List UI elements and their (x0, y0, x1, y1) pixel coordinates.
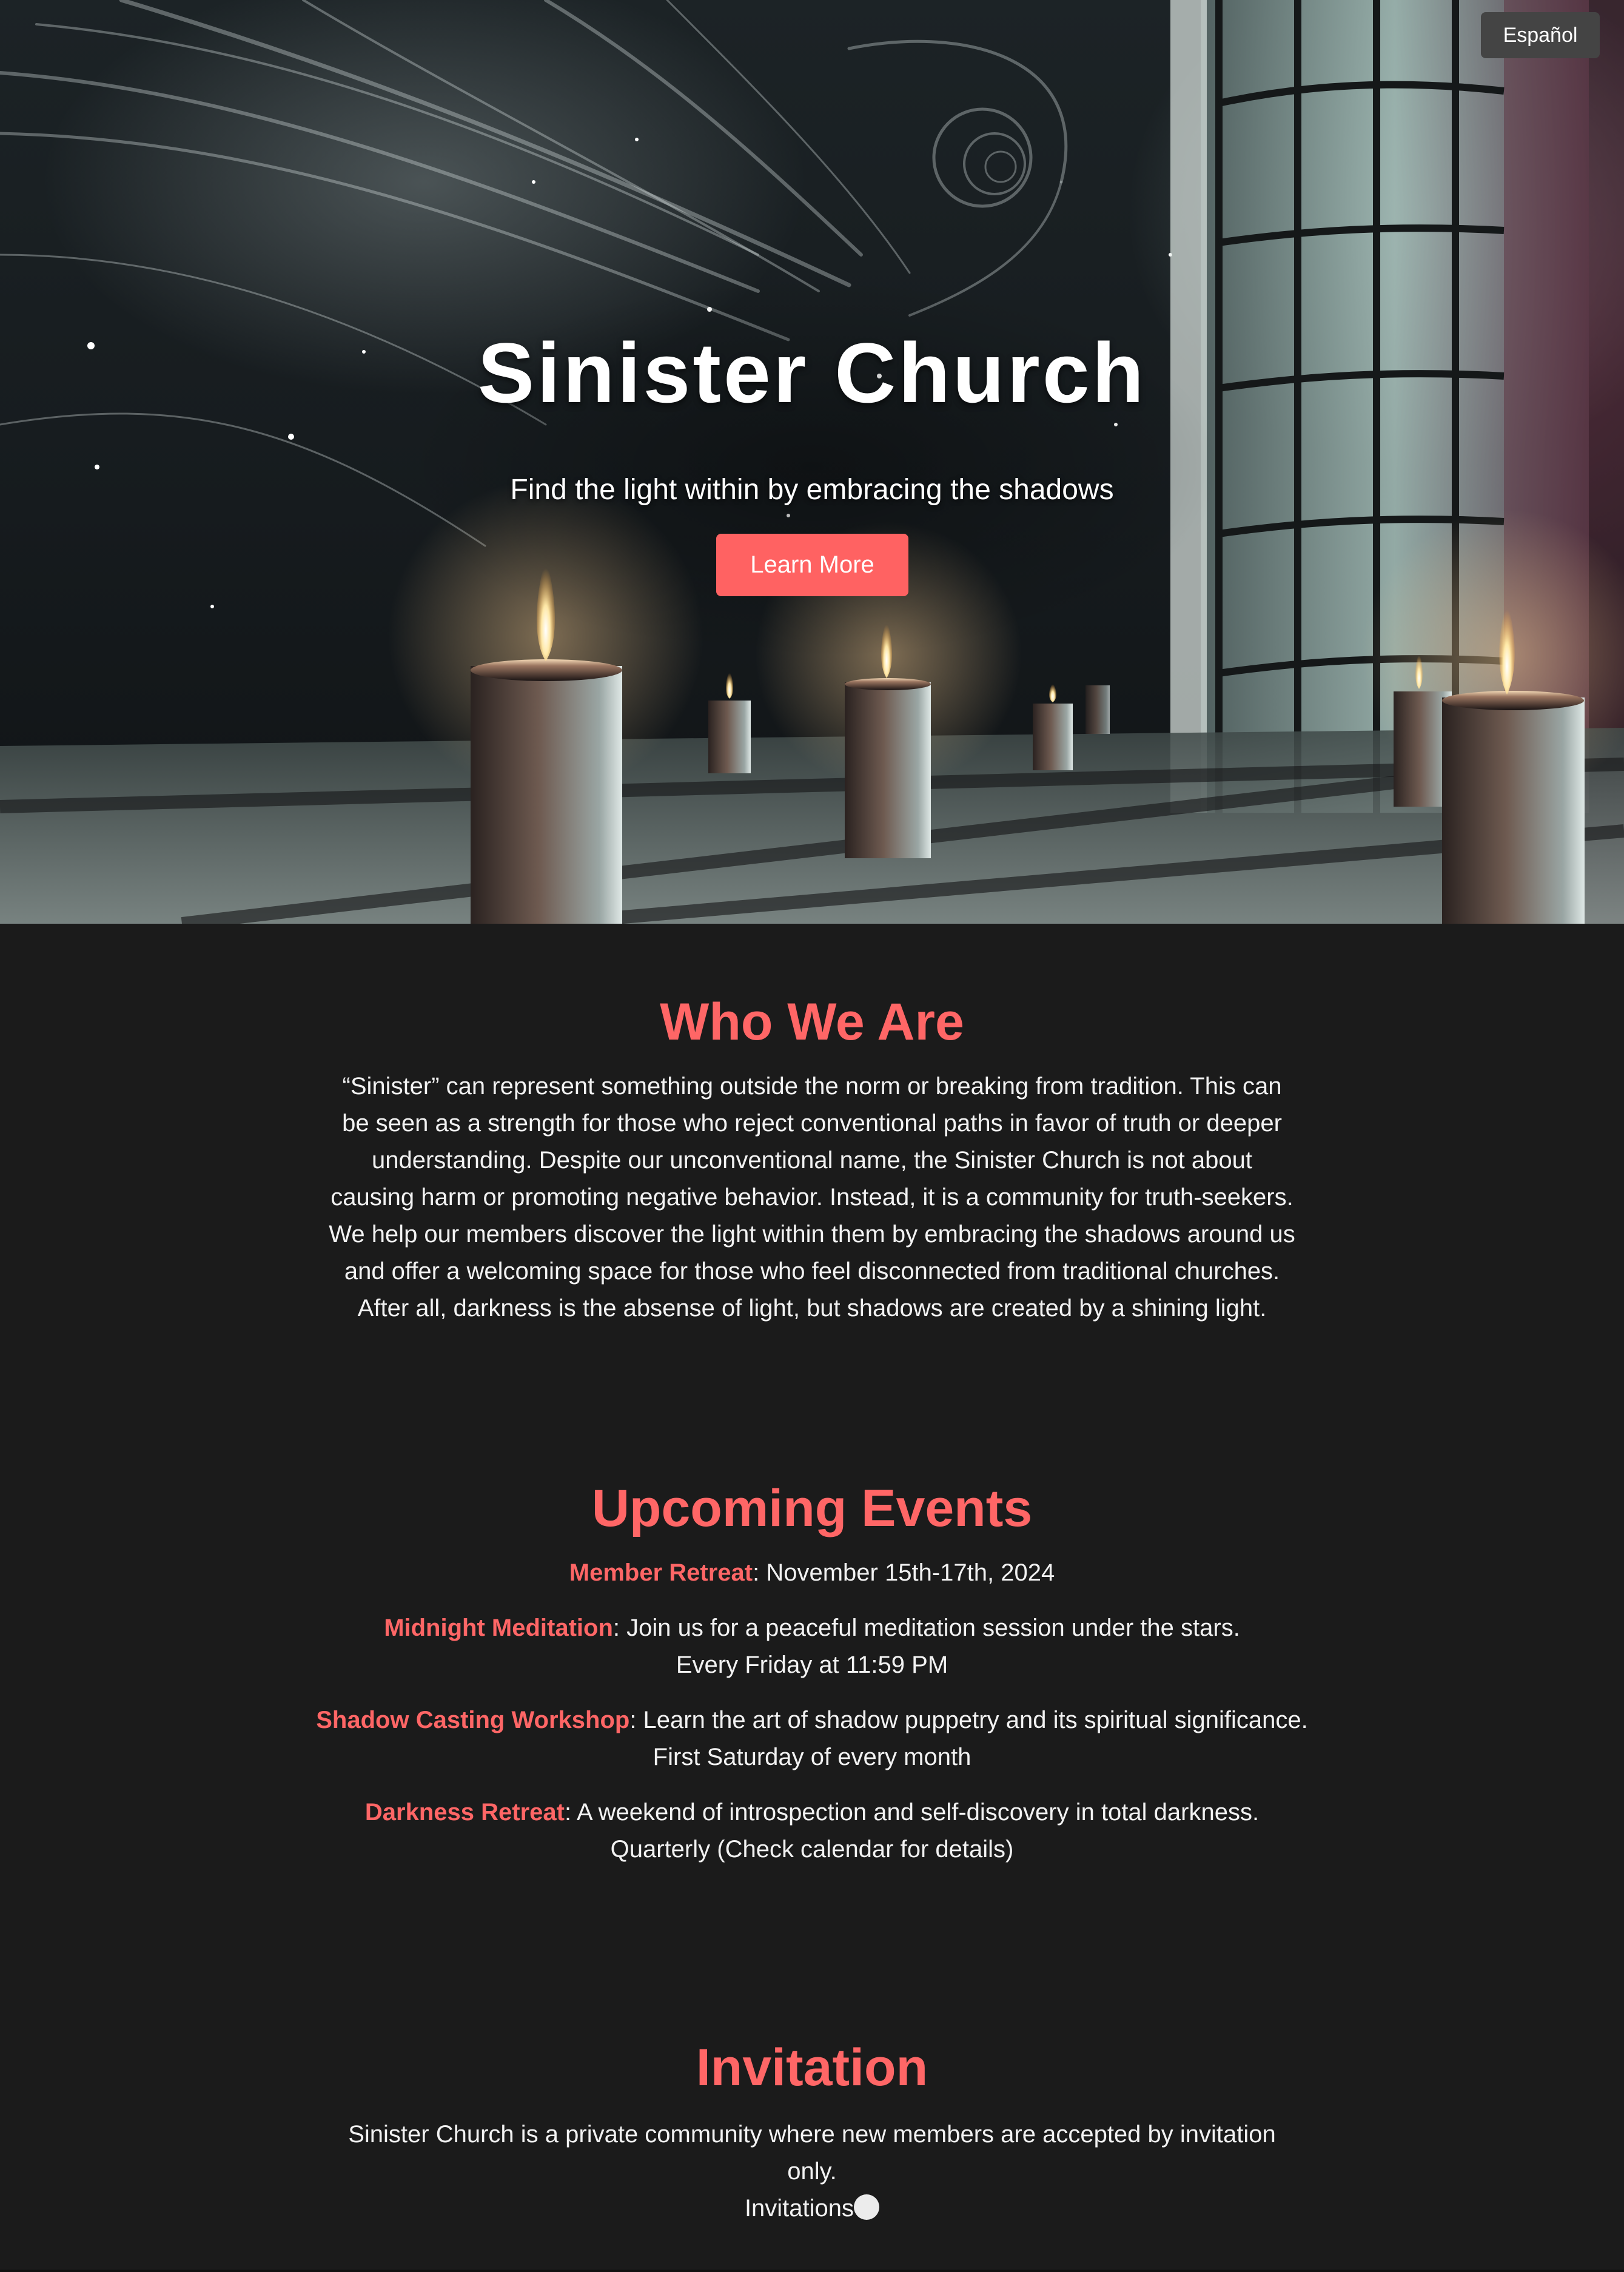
events-heading: Upcoming Events (591, 1479, 1033, 1538)
event-name: Shadow Casting Workshop (316, 1706, 630, 1733)
event-name: Midnight Meditation (384, 1614, 613, 1641)
event-item: Darkness Retreat: A weekend of introspec… (364, 1798, 1260, 1863)
event-name: Member Retreat (569, 1559, 753, 1586)
event-schedule: First Saturday of every month (653, 1743, 971, 1770)
invitation-body: Sinister Church is a private community w… (327, 2116, 1297, 2227)
event-description: November 15th-17th, 2024 (766, 1559, 1055, 1586)
learn-more-button[interactable]: Learn More (716, 534, 908, 596)
invitation-section: Invitation Sinister Church is a private … (0, 2039, 1624, 2227)
events-section: Upcoming Events Member Retreat: November… (0, 1480, 1624, 1886)
circle-toggle-icon[interactable] (854, 2194, 880, 2220)
about-body: “Sinister” can represent something outsi… (329, 1072, 1295, 1322)
event-schedule: Every Friday at 11:59 PM (676, 1651, 948, 1678)
event-description: A weekend of introspection and self-disc… (577, 1798, 1260, 1826)
event-schedule: Quarterly (Check calendar for details) (610, 1835, 1014, 1863)
hero-subtitle: Find the light within by embracing the s… (510, 474, 1114, 506)
invitations-link[interactable]: Invitations (745, 2195, 854, 2222)
invitation-heading: Invitation (696, 2038, 928, 2097)
about-section: Who We Are “Sinister” can represent some… (0, 993, 1624, 1327)
language-toggle-button[interactable]: Español (1481, 12, 1600, 58)
page-bottom-divider (0, 2270, 1624, 2272)
hero-section: Español Sinister Church Find the light w… (0, 0, 1624, 924)
event-item: Member Retreat: November 15th-17th, 2024 (569, 1559, 1055, 1586)
event-description: Learn the art of shadow puppetry and its… (643, 1706, 1308, 1733)
hero-title: Sinister Church (477, 325, 1147, 420)
event-item: Shadow Casting Workshop: Learn the art o… (316, 1706, 1308, 1770)
event-description: Join us for a peaceful meditation sessio… (626, 1614, 1240, 1641)
about-heading: Who We Are (660, 993, 964, 1051)
hero-overlay (0, 0, 1624, 924)
event-name: Darkness Retreat (364, 1798, 565, 1826)
event-item: Midnight Meditation: Join us for a peace… (384, 1614, 1240, 1678)
invitation-text: Sinister Church is a private community w… (348, 2120, 1276, 2185)
